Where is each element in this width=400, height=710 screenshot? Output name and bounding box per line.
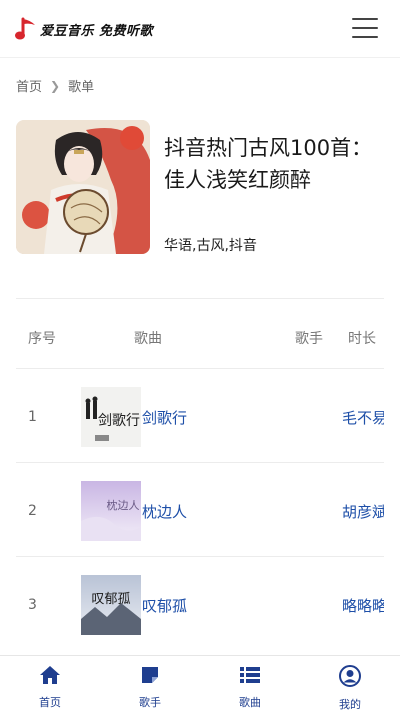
song-cover-image: 叹郁孤 [81,575,141,635]
breadcrumb-current: 歌单 [68,80,95,95]
song-cover-image: 枕边人 [81,481,141,541]
breadcrumb-home-link[interactable]: 首页 [16,76,42,95]
row-index: 2 [28,503,37,519]
logo-text: 爱豆音乐 免费听歌 [40,23,154,39]
cover-calligraphy: 叹郁孤 [91,592,130,607]
playlist-tags: 华语,古风,抖音 [164,238,257,254]
song-cover-image: 剑歌行 [81,387,141,447]
bottom-navigation: 首页 歌手 歌曲 我的 [0,655,400,710]
breadcrumb: 首页 ❯ 歌单 [16,76,95,96]
singer-icon [140,665,160,689]
nav-label: 歌手 [139,696,161,709]
chevron-right-icon: ❯ [50,78,61,93]
song-title-link[interactable]: 枕边人 [142,501,187,522]
playlist-title: 抖音热门古风100首：佳人浅笑红颜醉 [164,136,373,192]
playlist-cover-image [16,120,150,254]
cover-calligraphy: 枕边人 [107,498,140,512]
table-row[interactable]: 1 剑歌行 剑歌行 毛不易 [16,368,384,462]
artist-link[interactable]: 胡彦斌 [342,501,384,522]
artist-link[interactable]: 毛不易 [342,407,384,428]
app-header: 爱豆音乐 免费听歌 [0,0,400,58]
music-note-logo-icon [14,16,38,42]
table-row[interactable]: 2 枕边人 枕边人 胡彦斌 [16,462,384,556]
song-table-header: 序号 歌曲 歌手 时长 [0,320,400,354]
header-song: 歌曲 [134,331,162,347]
nav-item-home[interactable]: 首页 [0,656,100,710]
artist-link[interactable]: 略略略 [342,595,384,616]
nav-label: 我的 [339,698,361,710]
header-index: 序号 [28,331,56,347]
home-icon [39,665,61,689]
section-divider [16,298,384,299]
app-logo[interactable]: 爱豆音乐 免费听歌 [14,16,153,42]
song-title-link[interactable]: 剑歌行 [142,407,187,428]
table-row[interactable]: 3 叹郁孤 叹郁孤 略略略 [16,556,384,650]
user-icon [339,665,361,691]
header-duration: 时长 [348,331,376,347]
header-artist: 歌手 [295,331,323,347]
nav-item-singer[interactable]: 歌手 [100,656,200,710]
nav-item-mine[interactable]: 我的 [300,656,400,710]
song-list-icon [239,665,261,689]
nav-item-songs[interactable]: 歌曲 [200,656,300,710]
song-title-link[interactable]: 叹郁孤 [142,595,187,616]
cover-calligraphy: 剑歌行 [98,413,140,429]
row-index: 1 [28,409,37,425]
nav-label: 首页 [39,696,61,709]
nav-label: 歌曲 [239,696,261,709]
hamburger-menu-icon[interactable] [352,18,378,40]
row-index: 3 [28,597,37,613]
